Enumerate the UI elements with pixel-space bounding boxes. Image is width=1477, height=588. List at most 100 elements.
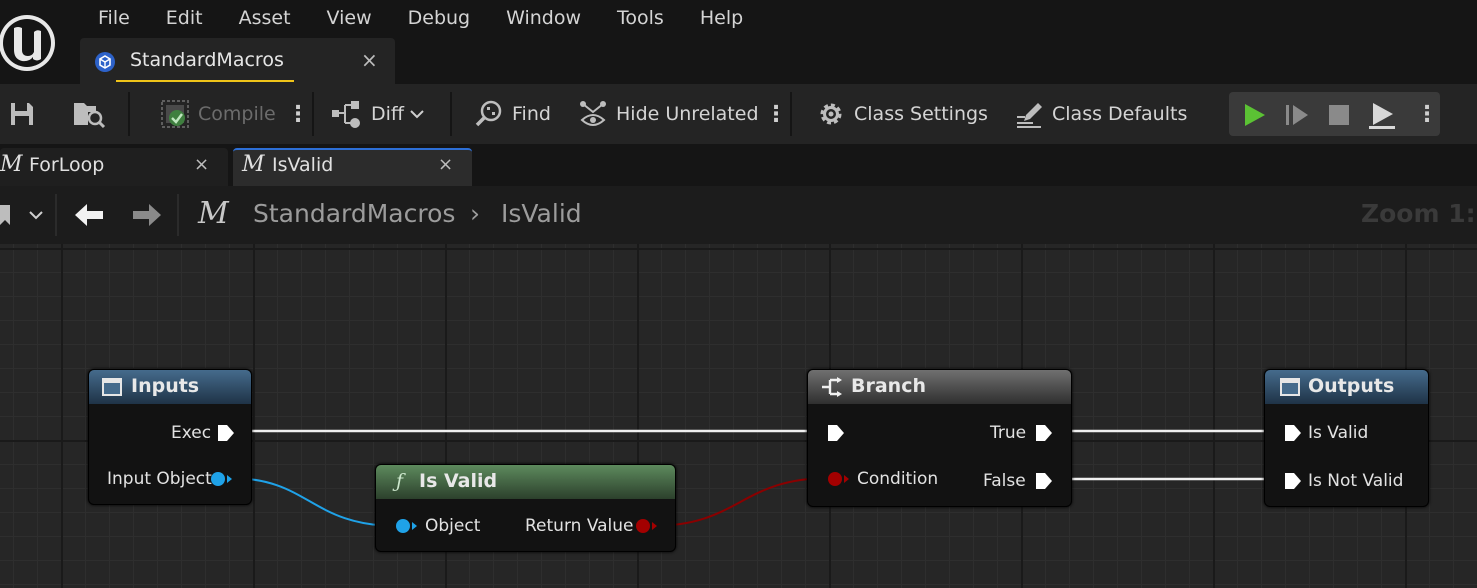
diff-icon (332, 101, 360, 128)
play-icon[interactable] (1241, 102, 1267, 128)
menu-bar: File Edit Asset View Debug Window Tools … (80, 0, 761, 36)
forward-arrow-icon[interactable] (131, 202, 163, 228)
find-button[interactable]: Find (474, 84, 551, 144)
menu-view[interactable]: View (309, 7, 390, 29)
step-icon[interactable] (1284, 102, 1310, 128)
branch-icon (822, 377, 842, 397)
toolbar: Compile ⋮ Diff Find Hide Unrelated ⋮ Cla… (0, 84, 1477, 144)
close-icon[interactable]: × (361, 48, 378, 72)
unreal-logo-icon[interactable] (0, 8, 58, 74)
toolbar-separator (790, 92, 792, 136)
breadcrumb-separator (55, 194, 57, 236)
asset-tab-underline (116, 80, 294, 82)
outputs-node-title: Outputs (1308, 375, 1395, 397)
is-valid-node[interactable]: ƒ Is Valid Object Return Value (375, 464, 676, 552)
exec-pin-icon[interactable] (1283, 471, 1303, 491)
title-bar: File Edit Asset View Debug Window Tools … (0, 0, 1477, 84)
class-defaults-button[interactable]: Class Defaults (1014, 84, 1187, 144)
return-value-pin-label: Return Value (525, 516, 634, 536)
compile-label: Compile (198, 103, 276, 125)
hide-unrelated-button[interactable]: Hide Unrelated (578, 84, 759, 144)
eject-icon[interactable] (1367, 100, 1397, 130)
menu-edit[interactable]: Edit (148, 7, 221, 29)
menu-window[interactable]: Window (488, 7, 599, 29)
bool-pin-icon[interactable] (826, 471, 850, 487)
graph-canvas[interactable]: Inputs Exec Input Object ƒ Is Valid Obje… (0, 244, 1477, 588)
is-valid-node-header: ƒ Is Valid (376, 465, 675, 499)
breadcrumb-current[interactable]: IsValid (501, 199, 582, 228)
object-wire (229, 477, 399, 527)
exec-pin-label: Exec (171, 423, 212, 443)
diff-button[interactable]: Diff (331, 84, 426, 144)
gear-icon (820, 103, 842, 125)
bookmark-icon[interactable] (0, 203, 46, 227)
bool-pin-icon[interactable] (634, 518, 658, 534)
chevron-down-icon (410, 110, 424, 119)
class-settings-button[interactable]: Class Settings (816, 84, 988, 144)
is-not-valid-pin-label: Is Not Valid (1308, 471, 1404, 491)
tunnel-icon (102, 378, 122, 396)
exec-pin-icon[interactable] (826, 423, 846, 443)
tunnel-icon (1280, 378, 1300, 396)
outputs-node[interactable]: Outputs Is Valid Is Not Valid (1264, 369, 1429, 507)
function-icon: ƒ (396, 470, 404, 492)
condition-pin-label: Condition (857, 469, 939, 489)
class-defaults-icon (1017, 103, 1042, 128)
stop-icon[interactable] (1327, 103, 1351, 127)
tab-isvalid[interactable]: M IsValid × (233, 148, 472, 186)
breadcrumb-parent[interactable]: StandardMacros (253, 199, 455, 228)
tab-isvalid-label: IsValid (272, 154, 334, 176)
toolbar-separator (128, 92, 130, 136)
play-controls: ⋮ (1229, 92, 1440, 136)
close-icon[interactable]: × (438, 154, 453, 175)
exec-pin-icon[interactable] (1283, 423, 1303, 443)
compile-button[interactable]: Compile (160, 84, 276, 144)
branch-node[interactable]: Branch Condition True False (807, 369, 1072, 507)
object-pin-icon[interactable] (394, 518, 418, 534)
save-icon (11, 103, 33, 125)
tab-forloop[interactable]: M ForLoop × (0, 148, 228, 186)
object-pin-label: Object (425, 516, 481, 536)
compile-options-button[interactable]: ⋮ (287, 84, 309, 144)
inputs-node-header: Inputs (89, 370, 251, 404)
document-tabs: M ForLoop × M IsValid × (0, 144, 1477, 186)
breadcrumb: M StandardMacros › IsValid Zoom 1:1 (0, 186, 1477, 244)
branch-node-header: Branch (808, 370, 1071, 404)
close-icon[interactable]: × (194, 154, 209, 175)
play-options-button[interactable]: ⋮ (1416, 84, 1438, 144)
menu-asset[interactable]: Asset (221, 7, 309, 29)
hide-unrelated-icon (580, 101, 606, 126)
hide-unrelated-label: Hide Unrelated (616, 103, 759, 125)
zoom-level: Zoom 1:1 (1361, 199, 1477, 228)
exec-pin-icon[interactable] (1034, 471, 1054, 491)
exec-pin-icon[interactable] (1034, 423, 1054, 443)
macro-icon: M (242, 152, 265, 177)
toolbar-separator (450, 92, 452, 136)
asset-tab-standardmacros[interactable]: StandardMacros × (80, 38, 395, 84)
class-defaults-label: Class Defaults (1052, 103, 1188, 125)
false-pin-label: False (983, 471, 1026, 491)
menu-tools[interactable]: Tools (599, 7, 682, 29)
exec-pin-icon[interactable] (216, 423, 236, 443)
bool-wire (651, 477, 831, 527)
graph-options-button[interactable]: ⋮ (765, 84, 787, 144)
compile-icon (161, 100, 189, 128)
save-button[interactable] (8, 84, 36, 144)
back-arrow-icon[interactable] (73, 202, 105, 228)
input-object-pin-label: Input Object (107, 469, 212, 489)
find-label: Find (512, 103, 551, 125)
object-pin-icon[interactable] (209, 471, 233, 487)
inputs-node[interactable]: Inputs Exec Input Object (88, 369, 252, 505)
menu-help[interactable]: Help (682, 7, 761, 29)
breadcrumb-separator (177, 194, 179, 236)
diff-label: Diff (371, 103, 404, 125)
blueprint-asset-icon (95, 52, 115, 72)
find-icon (475, 100, 502, 127)
branch-node-title: Branch (851, 375, 926, 397)
toolbar-separator (312, 92, 314, 136)
menu-debug[interactable]: Debug (390, 7, 488, 29)
breadcrumb-chevron: › (470, 199, 480, 228)
menu-file[interactable]: File (80, 7, 148, 29)
browse-button[interactable] (72, 84, 106, 144)
asset-tab-label: StandardMacros (130, 49, 284, 71)
